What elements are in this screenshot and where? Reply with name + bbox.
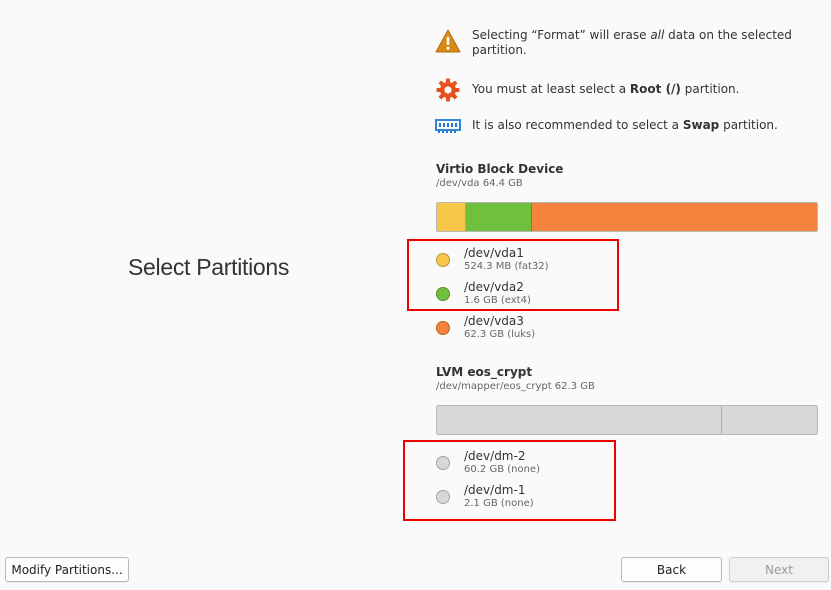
lvm-path: /dev/mapper/eos_crypt 62.3 GB <box>436 381 595 392</box>
format-warning-text: Selecting “Format” will erase all data o… <box>472 28 792 57</box>
memory-icon <box>435 113 461 139</box>
lvm-title: LVM eos_crypt <box>436 365 533 379</box>
bar-segment-vda1[interactable] <box>437 203 466 231</box>
back-button[interactable]: Back <box>621 557 722 582</box>
swap-recommendation-text: It is also recommended to select a Swap … <box>472 118 778 132</box>
highlight-box-dm <box>403 440 616 521</box>
warning-icon <box>435 28 461 54</box>
partition-usage-bar <box>436 202 818 232</box>
device-title: Virtio Block Device <box>436 162 564 176</box>
next-button[interactable]: Next <box>729 557 829 582</box>
partition-size: 62.3 GB (luks) <box>464 329 536 340</box>
root-requirement-row: You must at least select a Root (/) part… <box>435 77 812 103</box>
bar-segment-dm-2[interactable] <box>437 406 722 434</box>
partition-name: /dev/vda3 <box>464 314 524 328</box>
swap-recommendation-row: It is also recommended to select a Swap … <box>435 113 812 139</box>
bar-segment-dm-1[interactable] <box>722 406 817 434</box>
bar-segment-vda3[interactable] <box>532 203 817 231</box>
highlight-box-vda <box>407 239 619 311</box>
page-title: Select Partitions <box>128 254 290 280</box>
partition-item-vda3[interactable]: /dev/vda3 62.3 GB (luks) <box>436 314 535 341</box>
modify-partitions-button[interactable]: Modify Partitions... <box>5 557 129 582</box>
bar-segment-vda2[interactable] <box>466 203 532 231</box>
partition-color-radio[interactable] <box>436 320 450 335</box>
format-warning-row: Selecting “Format” will erase all data o… <box>435 28 812 58</box>
root-requirement-text: You must at least select a Root (/) part… <box>472 82 740 96</box>
gear-icon <box>435 77 461 103</box>
lvm-usage-bar <box>436 405 818 435</box>
device-path: /dev/vda 64.4 GB <box>436 178 523 189</box>
